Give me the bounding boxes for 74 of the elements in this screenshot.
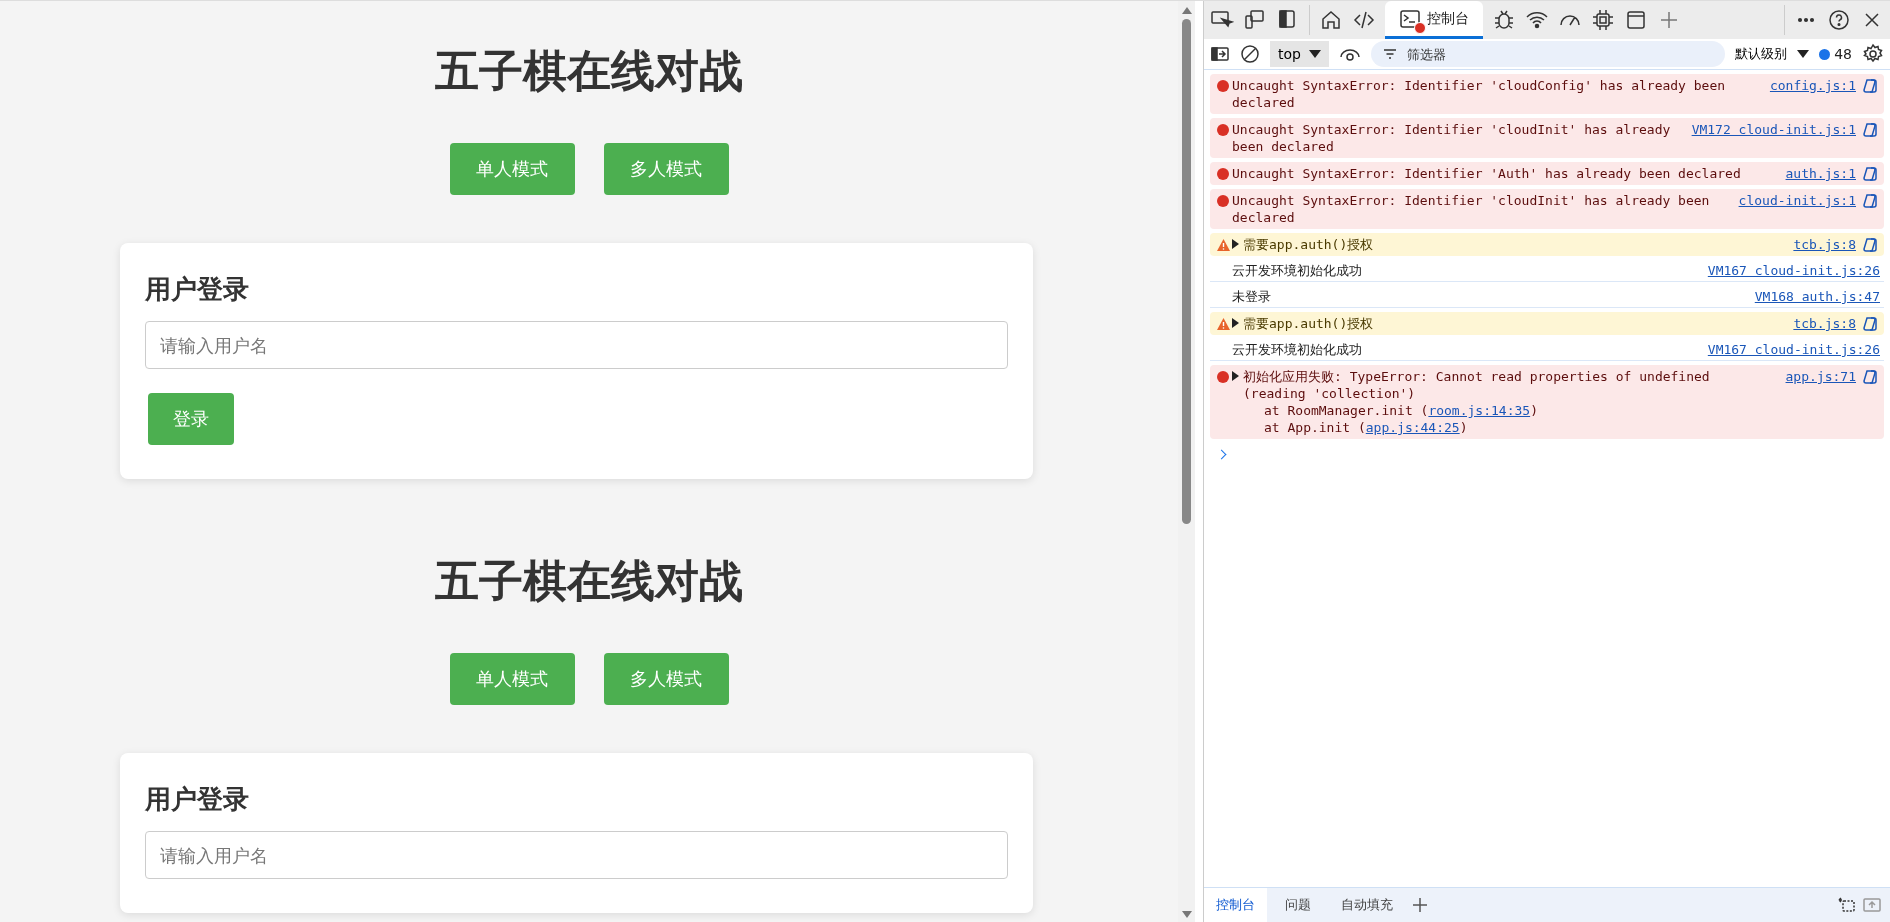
add-tab-icon[interactable] — [1411, 896, 1429, 914]
message-count[interactable]: 48 — [1819, 46, 1852, 62]
caret-icon — [1797, 50, 1810, 58]
copilot-icon[interactable] — [1862, 368, 1880, 385]
error-icon — [1217, 80, 1229, 92]
error-icon — [1217, 168, 1229, 180]
stack-trace-line: at App.init (app.js:44:25) — [1263, 419, 1469, 436]
copilot-icon[interactable] — [1862, 192, 1880, 209]
copilot-icon[interactable] — [1862, 165, 1880, 182]
expand-icon[interactable] — [1232, 371, 1239, 381]
drawer-tab[interactable]: 问题 — [1273, 888, 1323, 922]
undock-icon[interactable] — [1836, 896, 1856, 914]
window-icon[interactable] — [1624, 8, 1648, 32]
clear-icon[interactable] — [1240, 44, 1260, 64]
message-text: 云开发环境初始化成功 — [1232, 341, 1363, 358]
expand-icon[interactable] — [1232, 239, 1239, 249]
console-tab[interactable]: 控制台 — [1385, 1, 1483, 39]
copilot-icon[interactable] — [1862, 77, 1880, 94]
source-link[interactable]: app.js:44:25 — [1365, 420, 1460, 435]
message-text: Uncaught SyntaxError: Identifier 'cloudConfig' has already been declared — [1232, 77, 1727, 111]
message-icon — [1819, 48, 1831, 60]
chip-icon[interactable] — [1591, 8, 1615, 32]
message-text: Uncaught SyntaxError: Identifier 'cloudInit' has already been declared — [1232, 192, 1711, 226]
copilot-icon[interactable] — [1862, 121, 1880, 138]
username-field[interactable]: 请输入用户名 — [145, 321, 1008, 369]
source-link[interactable]: room.js:14:35 — [1428, 403, 1531, 418]
expand-icon[interactable] — [1232, 318, 1239, 328]
source-link[interactable]: tcb.js:8 — [1793, 236, 1856, 253]
filter-field[interactable]: 筛选器 — [1406, 46, 1714, 62]
stack-trace-line: at RoomManager.init (room.js:14:35) — [1263, 402, 1539, 419]
context-dropdown[interactable]: top — [1270, 41, 1329, 67]
message-text: 初始化应用失败: TypeError: Cannot read properties of undefined (reading 'collection') — [1243, 368, 1711, 402]
message-text: 未登录 — [1232, 288, 1272, 305]
filter-bar[interactable]: 筛选器 — [1370, 41, 1726, 67]
source-link[interactable]: VM168 auth.js:47 — [1754, 288, 1880, 305]
filter-icon — [1382, 48, 1397, 60]
drawer-tab[interactable]: 自动填充 — [1329, 888, 1405, 922]
username-field[interactable]: 请输入用户名 — [145, 831, 1008, 879]
source-link[interactable]: auth.js:1 — [1785, 165, 1856, 182]
card-heading: 用户登录 — [145, 273, 250, 306]
message-text: 需要app.auth()授权 — [1243, 236, 1375, 253]
copilot-icon[interactable] — [1862, 236, 1880, 253]
source-link[interactable]: VM167 cloud-init.js:26 — [1707, 262, 1880, 279]
error-icon — [1217, 371, 1229, 383]
message-text: 需要app.auth()授权 — [1243, 315, 1375, 332]
message-text: Uncaught SyntaxError: Identifier 'Auth' has already been declared — [1232, 165, 1742, 182]
copilot-icon[interactable] — [1862, 315, 1880, 332]
message-text: Uncaught SyntaxError: Identifier 'cloudInit' has already been declared — [1232, 121, 1672, 155]
source-link[interactable]: config.js:1 — [1769, 77, 1856, 94]
source-link[interactable]: VM172 cloud-init.js:1 — [1691, 121, 1856, 138]
bug-icon[interactable] — [1492, 8, 1516, 32]
log-level-dropdown[interactable]: 默认级别 — [1735, 45, 1810, 63]
source-link[interactable]: app.js:71 — [1785, 368, 1856, 385]
page-title: 五子棋在线对战 — [435, 44, 743, 98]
source-link[interactable]: cloud-init.js:1 — [1738, 192, 1856, 209]
warning-icon — [1216, 239, 1230, 251]
settings-icon[interactable] — [1862, 43, 1884, 65]
source-link[interactable]: VM167 cloud-init.js:26 — [1707, 341, 1880, 358]
error-icon — [1217, 195, 1229, 207]
error-badge-icon — [1414, 21, 1426, 34]
card-heading: 用户登录 — [145, 783, 250, 816]
scroll-down-icon[interactable] — [1181, 911, 1192, 918]
help-icon[interactable] — [1827, 8, 1851, 32]
source-link[interactable]: tcb.js:8 — [1793, 315, 1856, 332]
sidebar-toggle-icon[interactable] — [1210, 44, 1230, 64]
drawer-tab[interactable]: 控制台 — [1204, 888, 1267, 922]
device-icon[interactable] — [1243, 8, 1267, 32]
error-icon — [1217, 124, 1229, 136]
caret-icon — [1308, 50, 1321, 58]
page-title: 五子棋在线对战 — [435, 554, 743, 608]
scrollbar-thumb[interactable] — [1182, 19, 1191, 524]
message-text: 云开发环境初始化成功 — [1232, 262, 1363, 279]
home-icon[interactable] — [1319, 8, 1343, 32]
warning-icon — [1216, 318, 1230, 330]
